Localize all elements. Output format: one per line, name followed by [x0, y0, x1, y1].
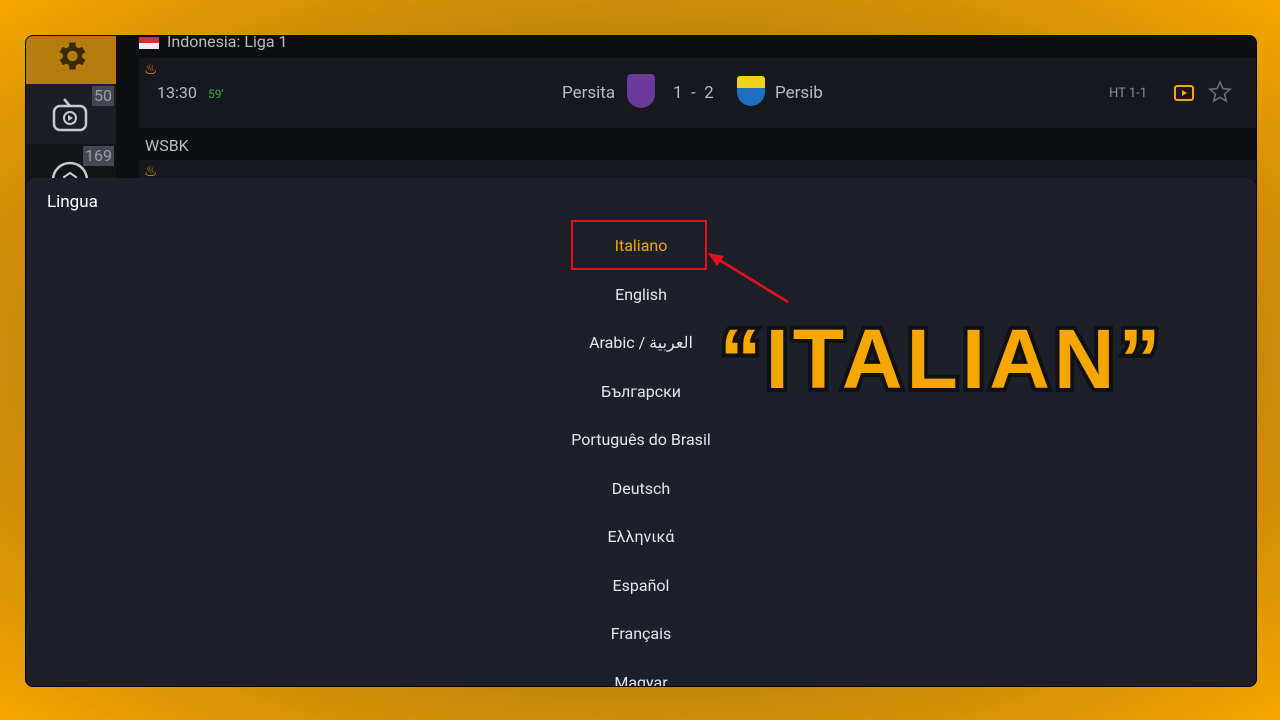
live-count-badge: 50 — [92, 86, 114, 106]
language-option-german[interactable]: Deutsch — [26, 469, 1256, 509]
dialog-title: Lingua — [47, 192, 98, 212]
indonesia-flag-icon — [139, 36, 159, 49]
language-option-hungarian[interactable]: Magyar — [26, 663, 1256, 686]
language-option-french[interactable]: Français — [26, 614, 1256, 654]
annotation-label: “ITALIAN” — [715, 308, 1164, 400]
gear-icon — [59, 42, 86, 70]
annotation-text: “ITALIAN” — [719, 312, 1164, 400]
home-team: Persita — [562, 83, 616, 103]
language-option-greek[interactable]: Ελληνικά — [26, 517, 1256, 557]
match-time: 13:30 — [157, 83, 197, 102]
halftime-score: HT 1-1 — [1109, 86, 1148, 101]
highlight-box — [571, 220, 707, 270]
sidebar: 50 169 — [26, 36, 116, 199]
match-minute: 59' — [208, 87, 224, 101]
league-name: WSBK — [145, 136, 189, 155]
league-header: Indonesia: Liga 1 — [139, 35, 1256, 51]
league-name: Indonesia: Liga 1 — [167, 35, 288, 51]
live-tv-icon — [52, 98, 88, 132]
flame-icon: ♨ — [144, 60, 158, 78]
match-row[interactable]: ♨ — [139, 160, 1256, 180]
match-row[interactable]: ♨ 13:30 59' Persita 1 - 2 Persib HT 1-1 — [139, 58, 1256, 128]
match-list: Indonesia: Liga 1 ♨ 13:30 59' Persita 1 … — [139, 35, 1256, 180]
away-team: Persib — [775, 83, 823, 103]
sidebar-item-settings[interactable] — [26, 36, 116, 84]
language-option-spanish[interactable]: Español — [26, 566, 1256, 606]
soccer-count-badge: 169 — [83, 146, 114, 166]
match-score: 1 - 2 — [673, 83, 714, 103]
home-team-logo — [627, 74, 655, 108]
tv-icon[interactable] — [1173, 81, 1195, 103]
language-option-portuguese-br[interactable]: Português do Brasil — [26, 420, 1256, 460]
away-team-logo — [737, 76, 765, 106]
sidebar-item-live[interactable]: 50 — [26, 84, 116, 144]
league-header: WSBK — [139, 136, 1256, 156]
star-icon[interactable] — [1208, 80, 1232, 104]
